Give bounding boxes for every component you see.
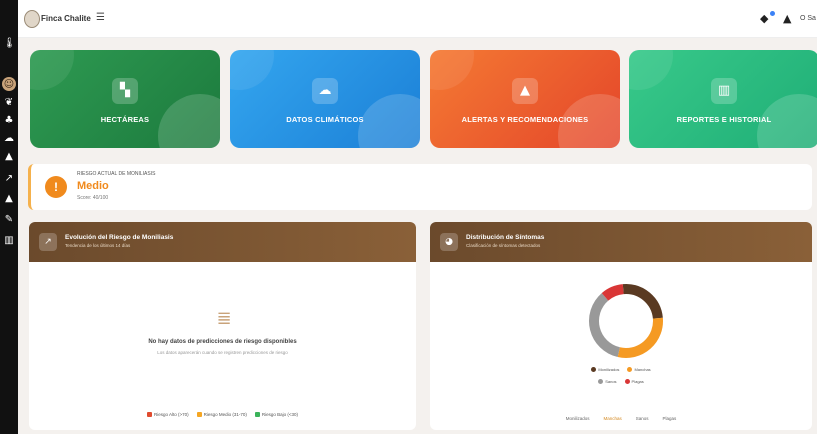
bell-icon[interactable]: ▲ <box>3 193 15 205</box>
warning-icon[interactable]: ▲ <box>3 151 15 163</box>
donut-legend-row: Monilizados Manchas <box>430 367 812 372</box>
donut-slice-plagas[interactable] <box>601 284 624 301</box>
donut-slice-sanos[interactable] <box>589 293 621 358</box>
panel-header: ↗ Evolución del Riesgo de Moniliasis Ten… <box>29 222 416 262</box>
panel-subtitle: Clasificación de síntomas detectados <box>466 243 541 248</box>
symptom-tabs: Monilizados Manchas Sanos Plagas <box>430 416 812 421</box>
cloud-icon: ☁ <box>312 78 338 104</box>
donut-legend-row: Sanos Plagas <box>430 379 812 384</box>
cloud-icon[interactable]: ☁ <box>3 133 15 145</box>
legend-swatch <box>624 379 630 384</box>
legend-item: Riesgo Alto (>70) <box>146 412 189 417</box>
panel-title: Evolución del Riesgo de Moniliasis <box>65 234 174 241</box>
bar-chart-icon[interactable]: ▥ <box>3 235 15 247</box>
legend-label: Riesgo Alto (>70) <box>153 412 189 417</box>
legend-label: Riesgo Bajo (<30) <box>261 412 299 417</box>
legend-label: Riesgo Medio (31-70) <box>203 412 247 417</box>
legend-swatch <box>254 412 260 417</box>
tree-icon[interactable]: ♣ <box>3 115 15 127</box>
tab-manchas[interactable]: Manchas <box>603 416 621 421</box>
empty-state-subtitle: Los datos aparecerán cuando se registren… <box>157 350 288 355</box>
database-icon: ≣ <box>216 308 232 329</box>
legend-swatch <box>146 412 152 417</box>
tab-monilizados[interactable]: Monilizados <box>566 416 590 421</box>
map-icon: ▚ <box>112 78 138 104</box>
card-decoration <box>230 50 274 90</box>
farm-logo <box>24 10 40 28</box>
card-datos-climaticos[interactable]: ☁ DATOS CLIMÁTICOS <box>230 50 420 148</box>
tools-icon[interactable]: ✎ <box>3 214 15 226</box>
card-label: REPORTES E HISTORIAL <box>676 115 772 124</box>
warning-icon: ! <box>45 176 67 198</box>
topbar: Finca Chalite ☰ ◆ ▲ O Sa <box>18 0 817 38</box>
legend-item: Riesgo Bajo (<30) <box>254 412 299 417</box>
legend-swatch <box>598 379 604 384</box>
legend-item: Monilizados <box>591 367 619 372</box>
panel-subtitle: Tendencia de los últimos 14 días <box>65 243 131 248</box>
bell-icon: ▲ <box>512 78 538 104</box>
legend-item: Manchas <box>627 367 651 372</box>
empty-state-title: No hay datos de predicciones de riesgo d… <box>148 339 297 345</box>
line-chart-icon: ↗ <box>39 233 57 251</box>
card-decoration <box>30 50 74 90</box>
card-alertas[interactable]: ▲ ALERTAS Y RECOMENDACIONES <box>430 50 620 148</box>
card-label: HECTÁREAS <box>100 115 150 124</box>
notification-dot <box>770 11 775 16</box>
card-decoration <box>430 50 474 90</box>
legend-label: Monilizados <box>598 367 620 372</box>
donut-slice-monilizados[interactable] <box>622 284 663 319</box>
panel-header: ◕ Distribución de Síntomas Clasificación… <box>430 222 812 262</box>
legend-label: Plagas <box>631 379 644 384</box>
menu-icon[interactable]: ☰ <box>96 12 105 23</box>
sidebar: 🌡 ☺ ❦ ♣ ☁ ▲ ↗ ▲ ✎ ▥ <box>0 0 18 434</box>
risk-legend: Riesgo Alto (>70) Riesgo Medio (31-70) R… <box>29 412 416 417</box>
bird-icon[interactable]: ◆ <box>760 12 768 25</box>
user-menu[interactable]: O Sa <box>800 15 816 22</box>
legend-item: Sanos <box>598 379 617 384</box>
evolution-panel: ↗ Evolución del Riesgo de Moniliasis Ten… <box>29 222 416 430</box>
legend-item: Plagas <box>624 379 644 384</box>
tab-sanos[interactable]: Sanos <box>636 416 649 421</box>
legend-label: Sanos <box>605 379 617 384</box>
panel-title: Distribución de Síntomas <box>466 234 545 241</box>
leaf-icon[interactable]: ❦ <box>3 97 15 109</box>
pie-chart-icon: ◕ <box>440 233 458 251</box>
bell-icon[interactable]: ▲ <box>783 12 791 25</box>
bar-chart-icon: ▥ <box>711 78 737 104</box>
risk-title: RIESGO ACTUAL DE MONILIASIS <box>77 171 156 177</box>
chart-icon[interactable]: ↗ <box>3 173 15 185</box>
farm-name: Finca Chalite <box>41 14 91 23</box>
distribution-panel: ◕ Distribución de Síntomas Clasificación… <box>430 222 812 430</box>
symptom-donut-chart <box>589 284 663 358</box>
risk-score: Score: 40/100 <box>77 195 109 201</box>
user-icon[interactable]: ☺ <box>3 79 15 91</box>
donut-slice-manchas[interactable] <box>617 317 663 358</box>
card-hectareas[interactable]: ▚ HECTÁREAS <box>30 50 220 148</box>
legend-swatch <box>591 367 597 372</box>
card-label: DATOS CLIMÁTICOS <box>286 115 364 124</box>
card-label: ALERTAS Y RECOMENDACIONES <box>461 115 589 124</box>
thermometer-icon[interactable]: 🌡 <box>3 38 16 50</box>
legend-swatch <box>196 412 202 417</box>
legend-item: Riesgo Medio (31-70) <box>196 412 247 417</box>
risk-summary-card: ! RIESGO ACTUAL DE MONILIASIS Medio Scor… <box>28 164 812 210</box>
tab-plagas[interactable]: Plagas <box>663 416 677 421</box>
risk-level: Medio <box>77 180 109 192</box>
legend-label: Manchas <box>634 367 651 372</box>
card-reportes[interactable]: ▥ REPORTES E HISTORIAL <box>629 50 817 148</box>
card-decoration <box>629 50 673 90</box>
legend-swatch <box>627 367 633 372</box>
